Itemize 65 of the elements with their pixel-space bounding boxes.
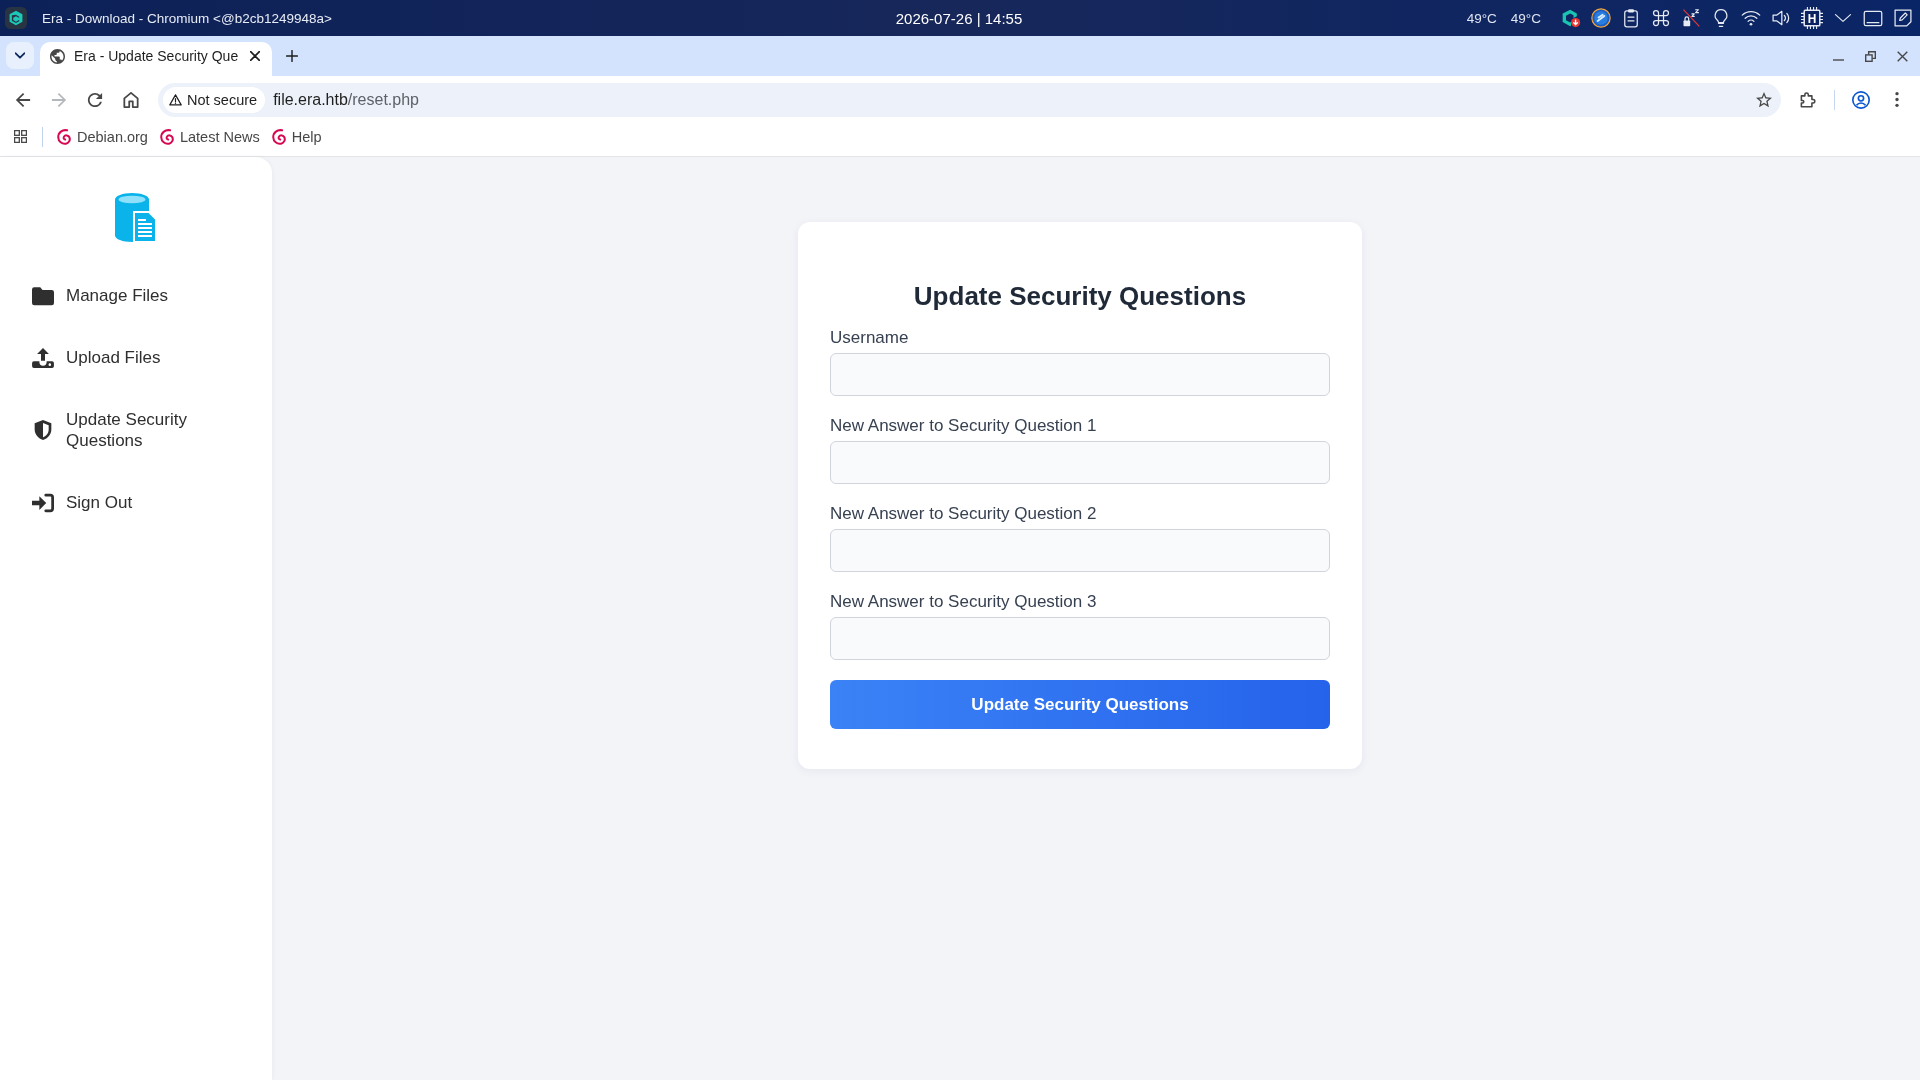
input-field[interactable] <box>830 617 1330 660</box>
lightbulb-icon[interactable] <box>1711 8 1731 28</box>
temperature-reading: 49°C <box>1466 10 1497 26</box>
input-field[interactable] <box>830 353 1330 396</box>
orb-icon[interactable] <box>1591 8 1611 28</box>
app-icon[interactable] <box>5 7 27 29</box>
spiral-icon <box>57 128 71 145</box>
folder-icon <box>32 285 54 306</box>
close-icon <box>250 51 260 61</box>
sidebar-link[interactable]: Update Security Questions <box>16 397 256 463</box>
upload-icon <box>32 347 54 368</box>
input-field[interactable] <box>830 441 1330 484</box>
puzzle-icon <box>1800 91 1816 108</box>
grid-icon <box>13 130 27 143</box>
volume-icon[interactable] <box>1771 8 1791 28</box>
spiral-icon <box>271 128 286 145</box>
profile-icon <box>1852 90 1870 109</box>
more-vertical-icon <box>1895 92 1899 107</box>
address-bar[interactable]: Not secure file.era.htb/reset.php <box>158 82 1781 117</box>
bookmark-link[interactable]: Help <box>265 122 328 151</box>
security-indicator-button[interactable]: Not secure <box>163 86 266 113</box>
input-field[interactable] <box>830 529 1330 572</box>
sidebar-link[interactable]: Sign Out <box>16 480 256 525</box>
field-label: New Answer to Security Question 3 <box>830 592 1098 612</box>
cpu-chip-icon[interactable]: H <box>1801 7 1823 29</box>
url-text: file.era.htb/reset.php <box>273 90 419 109</box>
reload-icon <box>87 91 103 108</box>
plus-icon <box>286 50 298 62</box>
sleep-lock-icon[interactable] <box>1681 8 1701 28</box>
home-icon <box>123 91 139 108</box>
bookmark-link[interactable]: Debian.org <box>51 122 154 151</box>
bookmark-link[interactable]: Latest News <box>153 122 266 151</box>
tab-title: Era - Update Security Que <box>74 48 240 64</box>
command-key-icon[interactable] <box>1651 8 1671 28</box>
chevron-down-icon[interactable] <box>1833 12 1853 24</box>
restore-icon <box>1864 50 1876 62</box>
globe-icon <box>50 48 65 64</box>
form-title: Update Security Questions <box>912 280 1248 312</box>
database-document-logo <box>115 193 157 243</box>
arrow-left-icon <box>15 91 31 108</box>
spiral-icon <box>159 128 174 145</box>
minimize-icon <box>1832 59 1844 61</box>
chevron-down-icon <box>15 52 25 59</box>
submit-button[interactable]: Update Security Questions <box>830 680 1330 729</box>
field-label: New Answer to Security Question 1 <box>830 416 1098 436</box>
sidebar-link[interactable]: Upload Files <box>16 335 256 380</box>
clock-text: 2026-07-26 | 14:55 <box>895 9 1023 27</box>
close-icon <box>1896 50 1908 62</box>
window-icon[interactable] <box>1863 9 1883 27</box>
sign-in-icon <box>32 492 54 513</box>
clipboard-icon[interactable] <box>1621 8 1641 28</box>
shield-icon <box>32 420 54 440</box>
note-edit-icon[interactable] <box>1893 8 1913 28</box>
warning-icon <box>169 93 182 106</box>
tab-list-button[interactable] <box>6 42 34 69</box>
window-title: Era - Download - Chromium <@b2cb1249948a> <box>42 10 332 26</box>
field-label: New Answer to Security Question 2 <box>830 504 1098 524</box>
temperature-reading: 49°C <box>1510 10 1541 26</box>
browser-tab[interactable]: Era - Update Security Que <box>40 42 272 76</box>
download-badge-icon[interactable] <box>1561 8 1581 28</box>
field-label: Username <box>830 328 910 348</box>
star-icon <box>1756 91 1772 108</box>
sidebar-link[interactable]: Manage Files <box>16 273 256 318</box>
arrow-right-icon <box>51 91 67 108</box>
wifi-icon[interactable] <box>1741 8 1761 28</box>
